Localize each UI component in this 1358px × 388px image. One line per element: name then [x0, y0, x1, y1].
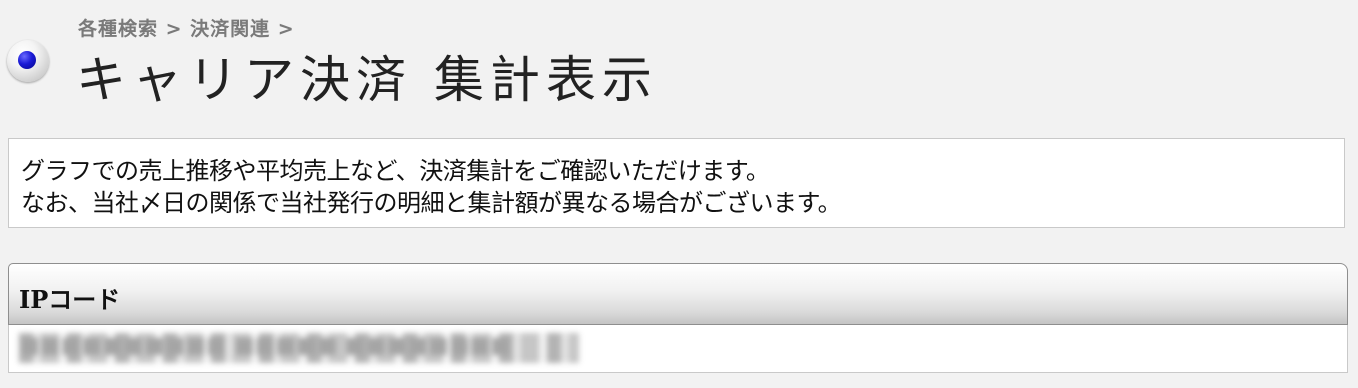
ip-code-header: IPコード: [8, 263, 1348, 325]
ip-code-label: IPコード: [19, 285, 121, 314]
ip-code-panel: IPコード ■■■■■■■■■■ ■■■■■ ■■■■■■■■: [8, 263, 1348, 373]
description-line-1: グラフでの売上推移や平均売上など、決済集計をご確認いただけます。: [21, 157, 770, 185]
page-header: 各種検索 > 決済関連 > キャリア決済 集計表示: [0, 0, 1358, 120]
description-line-2: なお、当社〆日の関係で当社発行の明細と集計額が異なる場合がございます。: [21, 189, 842, 217]
description-box: グラフでの売上推移や平均売上など、決済集計をご確認いただけます。 なお、当社〆日…: [8, 138, 1345, 228]
radio-bullet-icon: [7, 40, 49, 82]
page-title: キャリア決済 集計表示: [76, 51, 658, 109]
ip-code-value-row: ■■■■■■■■■■ ■■■■■ ■■■■■■■■: [8, 325, 1348, 373]
bullet-dot: [18, 51, 36, 69]
breadcrumb: 各種検索 > 決済関連 >: [78, 18, 295, 40]
page: 各種検索 > 決済関連 > キャリア決済 集計表示 グラフでの売上推移や平均売上…: [0, 0, 1358, 388]
ip-code-value-redacted: ■■■■■■■■■■ ■■■■■ ■■■■■■■■: [19, 333, 579, 363]
